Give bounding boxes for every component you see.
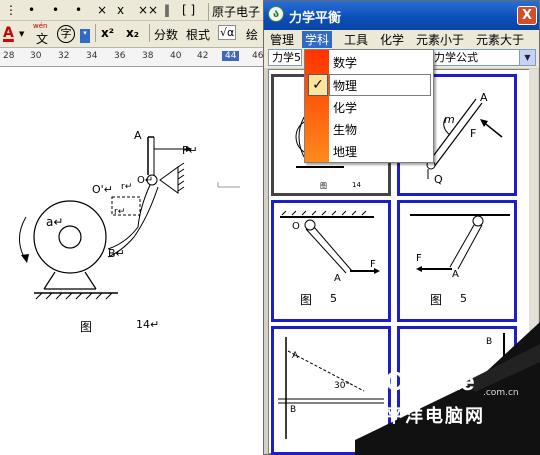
word-toolbar-format: A ▼ wén 文 字 ▾ x² x₂ 分数 根式 √α 绘 <box>0 21 264 48</box>
toolbar-button[interactable]: ⅹ <box>117 3 124 17</box>
menu-subject[interactable]: 学科 <box>302 31 333 48</box>
figure-label-r: r↵ <box>121 182 133 192</box>
figure-caption-number: 14↵ <box>136 318 160 331</box>
menu-element-greater[interactable]: 元素大于 <box>476 31 524 48</box>
card-label: A <box>292 351 299 361</box>
card-caption-number: 14 <box>352 181 361 189</box>
card-caption: 图 <box>300 293 313 307</box>
card-caption-number: 5 <box>330 292 337 305</box>
site-watermark: PConline .com.cn 太平洋电脑网 <box>355 322 540 455</box>
gallery-card[interactable]: O A F 图 5 <box>271 200 391 322</box>
gallery-card[interactable]: F A 图 5 <box>397 200 517 322</box>
ruler-tick-label: 36 <box>114 51 126 61</box>
figure-label-a: A <box>134 129 142 142</box>
menu-item-chemistry[interactable]: 化学 <box>333 99 357 116</box>
card-caption: 图 <box>430 293 443 307</box>
word-toolbar-top: ⋮ • • • × ⅹ ×× ‖ [ ] 原子电子 <box>0 0 264 21</box>
subject-dropdown-menu: ✓ 数学 物理 化学 生物 地理 <box>304 49 434 163</box>
watermark-brand: PConline <box>369 366 475 396</box>
figure-label-o: O↵ <box>137 175 154 186</box>
menu-bar: 管理 学科 工具 化学 元素小于 元素大于 <box>264 30 539 48</box>
figure-label-f: F↵ <box>182 144 198 157</box>
menu-side-strip <box>305 50 329 162</box>
close-button[interactable]: X <box>517 6 537 25</box>
sqrt-icon[interactable]: √α <box>218 25 237 40</box>
toolbar-divider <box>208 3 209 21</box>
card-label: 30° <box>334 381 350 391</box>
toolbar-button[interactable]: • <box>52 3 59 17</box>
formula-select-value: 力学公式 <box>434 51 478 64</box>
font-color-button[interactable]: A <box>3 25 14 41</box>
physics-figure-drawing <box>19 136 240 300</box>
ruler-tick-label: 46 <box>252 51 264 61</box>
watermark-domain: .com.cn <box>483 388 519 398</box>
menu-chemistry[interactable]: 化学 <box>380 31 404 48</box>
toolbar-divider <box>149 24 150 42</box>
menu-item-geography[interactable]: 地理 <box>333 143 357 160</box>
watermark-chinese: 太平洋电脑网 <box>365 406 485 427</box>
ruler-tick-label: 30 <box>30 51 42 61</box>
toolbar-divider <box>95 24 96 42</box>
fraction-button[interactable]: 分数 <box>154 26 178 43</box>
figure-caption-label: 图 <box>80 320 93 334</box>
card-label: Q <box>434 173 443 186</box>
toolbar-button[interactable]: × <box>97 3 107 17</box>
card-label: A <box>452 269 459 280</box>
menu-manage[interactable]: 管理 <box>270 31 294 48</box>
card-label: A <box>334 273 341 284</box>
figure-label-r2: r↵ <box>114 207 126 217</box>
app-logo-icon: ა <box>268 6 284 22</box>
card-caption-number: 5 <box>460 292 467 305</box>
card-label: F <box>470 127 477 140</box>
horizontal-ruler[interactable]: 28 30 32 34 36 38 40 42 44 46 <box>0 48 264 67</box>
ruler-tick-label: 32 <box>58 51 70 61</box>
figure-label-o-prime: O'↵ <box>92 183 113 196</box>
document-page[interactable]: A F↵ O'↵ O↵ r↵ r↵ a↵ B↵ 图 14↵ <box>0 67 264 455</box>
toolbar-button[interactable]: [ ] <box>182 3 195 17</box>
atom-electron-button[interactable]: 原子电子 <box>212 3 260 20</box>
menu-item-math[interactable]: 数学 <box>333 54 357 71</box>
card-caption: 图 <box>320 182 327 190</box>
card-label: F <box>370 259 376 270</box>
enclose-character-button[interactable]: 字 <box>57 25 75 43</box>
ruler-tick-label: 42 <box>197 51 209 61</box>
phonetic-guide-button[interactable]: 文 <box>36 30 48 47</box>
card-label: m <box>444 113 455 126</box>
ruler-tick-label: 34 <box>86 51 98 61</box>
subscript-button[interactable]: x₂ <box>126 26 139 40</box>
menu-item-biology[interactable]: 生物 <box>333 121 357 138</box>
draw-button[interactable]: 绘 <box>246 26 258 43</box>
toolbar-button[interactable]: ‖ <box>164 3 170 17</box>
ruler-tick-label: 28 <box>3 51 15 61</box>
toolbar-overflow-icon[interactable]: ▾ <box>80 29 90 43</box>
ruler-tick-label: 38 <box>142 51 154 61</box>
checkmark-icon: ✓ <box>308 74 328 96</box>
ruler-tick-label: 40 <box>170 51 182 61</box>
formula-select[interactable]: 力学公式 ▼ <box>430 49 536 66</box>
menu-element-less[interactable]: 元素小于 <box>416 31 464 48</box>
ruler-indent-marker[interactable]: 44 <box>222 51 240 61</box>
toolbar-button[interactable]: • <box>28 3 35 17</box>
card-label: A <box>480 91 488 104</box>
radical-button[interactable]: 根式 <box>186 26 210 43</box>
dropdown-arrow-icon[interactable]: ▼ <box>19 30 24 38</box>
topic-select-value: 力学5 <box>272 51 301 64</box>
figure-label-alpha: a↵ <box>46 215 64 229</box>
toolbar-button[interactable]: ×× <box>138 3 158 17</box>
title-bar[interactable]: ა 力学平衡 X <box>264 1 539 30</box>
topic-select[interactable]: 力学5 <box>268 49 302 66</box>
card-label: F <box>416 253 422 264</box>
phonetic-guide-top: wén <box>33 22 48 30</box>
card-label: B <box>290 405 297 415</box>
menu-item-physics[interactable]: 物理 <box>333 77 357 94</box>
window-title: 力学平衡 <box>289 11 342 26</box>
figure-label-b: B↵ <box>108 247 125 260</box>
chevron-down-icon[interactable]: ▼ <box>519 50 535 65</box>
menu-tools[interactable]: 工具 <box>344 31 368 48</box>
toolbar-grip: ⋮ <box>5 3 17 17</box>
toolbar-button[interactable]: • <box>75 3 82 17</box>
card-label: O <box>292 221 300 232</box>
superscript-button[interactable]: x² <box>101 26 114 40</box>
